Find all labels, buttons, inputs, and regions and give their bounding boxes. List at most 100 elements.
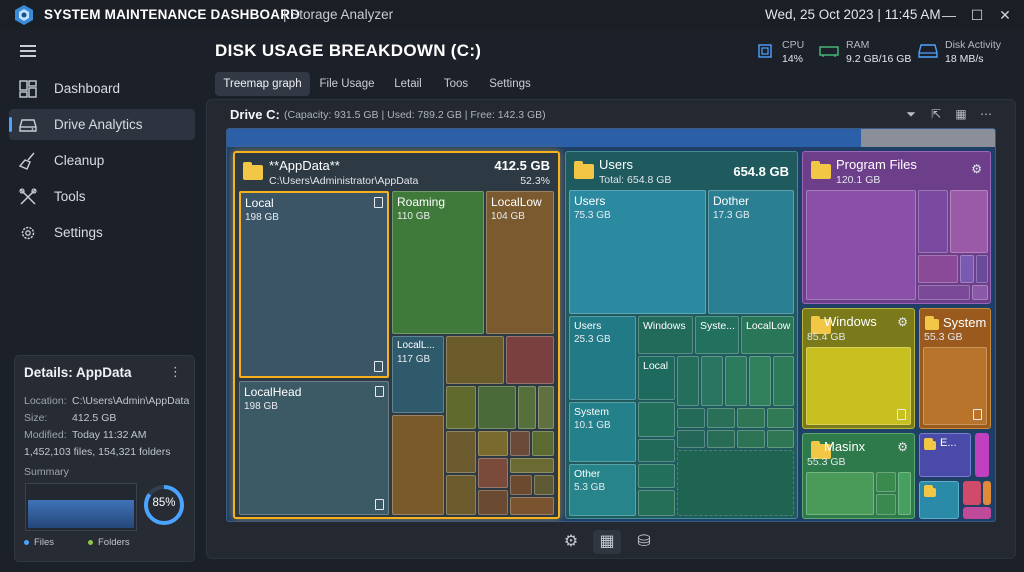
treemap-cell[interactable] [963,507,991,519]
tab-toos[interactable]: Toos [437,72,475,96]
treemap-cell[interactable] [478,431,508,456]
treemap-cell[interactable] [976,255,988,283]
treemap-cell[interactable] [446,431,476,473]
treemap-cell[interactable] [876,472,896,492]
treemap-cell[interactable] [534,475,554,495]
treemap-cell[interactable] [677,430,705,448]
treemap-cell[interactable] [701,356,723,406]
treemap-cell-group[interactable] [677,450,794,516]
tab-treemap-graph[interactable]: Treemap graph [215,72,310,96]
treemap-cell-users-b[interactable]: Users 25.3 GB [569,316,636,400]
treemap-cell[interactable] [538,386,554,429]
hamburger-menu-icon[interactable] [20,45,36,57]
treemap-block-appdata[interactable]: **AppData** C:\Users\Administrator\AppDa… [233,151,560,519]
treemap-block-e[interactable]: E... [919,433,971,477]
gear-icon[interactable]: ⚙ [971,162,982,176]
treemap-cell[interactable] [532,431,554,456]
sidebar-item-cleanup[interactable]: Cleanup [9,145,195,176]
minimize-icon[interactable]: — [939,5,959,25]
treemap-cell-locall[interactable]: LocalL... 117 GB [392,336,444,413]
settings-gear-icon[interactable]: ⚙ [557,530,585,554]
treemap-cell[interactable] [707,408,735,428]
tab-letail[interactable]: Letail [387,72,429,96]
treemap-block-program-files[interactable]: Program Files 120.1 GB ⚙ [802,151,991,304]
treemap-cell-windows[interactable]: Windows [638,316,693,354]
treemap-cell-localhead[interactable]: LocalHead 198 GB [239,381,389,515]
gear-icon[interactable]: ⚙ [897,315,908,329]
treemap-cell[interactable] [446,475,476,515]
treemap-cell[interactable] [638,464,675,488]
treemap-cell[interactable] [478,386,516,429]
treemap-cell[interactable] [737,430,765,448]
gear-icon[interactable]: ⚙ [897,440,908,454]
grid-view-icon[interactable]: ▦ [954,107,968,121]
treemap-cell-local-small[interactable]: Local [638,356,675,400]
treemap-cell[interactable] [972,285,988,300]
treemap-cell[interactable] [918,190,948,253]
treemap-cell[interactable] [446,336,504,384]
treemap-cell[interactable] [975,433,989,477]
treemap-cell-syste[interactable]: Syste... [695,316,739,354]
treemap-cell[interactable] [677,408,705,428]
treemap-cell[interactable] [510,431,530,456]
treemap-cell[interactable] [876,494,896,515]
treemap-cell-dother[interactable]: Dother 17.3 GB [708,190,794,314]
treemap-cell[interactable] [963,481,981,505]
treemap-cell[interactable] [392,415,444,515]
treemap-block-masinx[interactable]: Masinx 55.3 GB ⚙ [802,433,915,519]
treemap-cell[interactable] [707,430,735,448]
treemap-cell[interactable] [478,458,508,488]
more-options-icon[interactable]: ⋯ [979,107,993,121]
treemap-cell[interactable] [767,408,794,428]
sidebar-item-tools[interactable]: Tools [9,181,195,212]
filter-icon[interactable]: ⏷ [904,107,918,121]
treemap-cell-locallow[interactable]: LocalLow 104 GB [486,191,554,334]
treemap-cell[interactable] [767,430,794,448]
treemap-cell[interactable] [737,408,765,428]
close-icon[interactable]: ✕ [995,5,1015,25]
treemap-cell[interactable] [950,190,988,253]
treemap-cell[interactable] [506,336,554,384]
treemap-cell-other[interactable]: Other 5.3 GB [569,464,636,516]
treemap-cell[interactable] [773,356,794,406]
treemap-cell[interactable] [638,402,675,437]
treemap-cell-roaming[interactable]: Roaming 110 GB [392,191,484,334]
treemap-cell-locallow-small[interactable]: LocalLow [741,316,794,354]
tab-settings[interactable]: Settings [482,72,538,96]
sidebar-item-dashboard[interactable]: Dashboard [9,73,195,104]
treemap-cell[interactable] [638,490,675,516]
treemap-cell[interactable] [749,356,771,406]
treemap-block-small[interactable] [919,481,959,519]
treemap-cell-system-small[interactable]: System 10.1 GB [569,402,636,462]
treemap-cell[interactable] [923,347,987,425]
tab-file-usage[interactable]: File Usage [314,72,380,96]
treemap-cell[interactable] [510,458,554,473]
treemap-cell[interactable] [446,386,476,429]
treemap-cell-users[interactable]: Users 75.3 GB [569,190,706,314]
treemap-cell[interactable] [638,439,675,462]
treemap-block-system[interactable]: System 55.3 GB [919,308,991,429]
grid-layout-icon[interactable]: ▦ [593,530,621,554]
export-icon[interactable]: ⇱ [929,107,943,121]
treemap-block-users[interactable]: Users Total: 654.8 GB 654.8 GB Users 75.… [565,151,798,519]
sidebar-item-drive-analytics[interactable]: Drive Analytics [9,109,195,140]
treemap-cell[interactable] [918,285,970,300]
treemap-cell[interactable] [806,190,916,300]
kebab-menu-icon[interactable]: ⋮ [169,364,182,380]
treemap-cell[interactable] [806,472,874,515]
treemap-cell[interactable] [518,386,536,429]
treemap-cell[interactable] [725,356,747,406]
treemap-cell[interactable] [960,255,974,283]
sidebar-item-settings[interactable]: Settings [9,217,195,248]
treemap-cell[interactable] [983,481,991,505]
treemap-cell[interactable] [898,472,911,515]
treemap-block-windows[interactable]: Windows 85.4 GB ⚙ [802,308,915,429]
treemap-cell[interactable] [510,497,554,515]
treemap-cell[interactable] [806,347,911,425]
treemap-cell[interactable] [478,490,508,515]
treemap-cell-local[interactable]: Local 198 GB [239,191,389,378]
treemap-cell[interactable] [918,255,958,283]
treemap-cell[interactable] [510,475,532,495]
drive-status-icon[interactable]: ⛁ [630,530,658,554]
maximize-icon[interactable]: ☐ [967,5,987,25]
